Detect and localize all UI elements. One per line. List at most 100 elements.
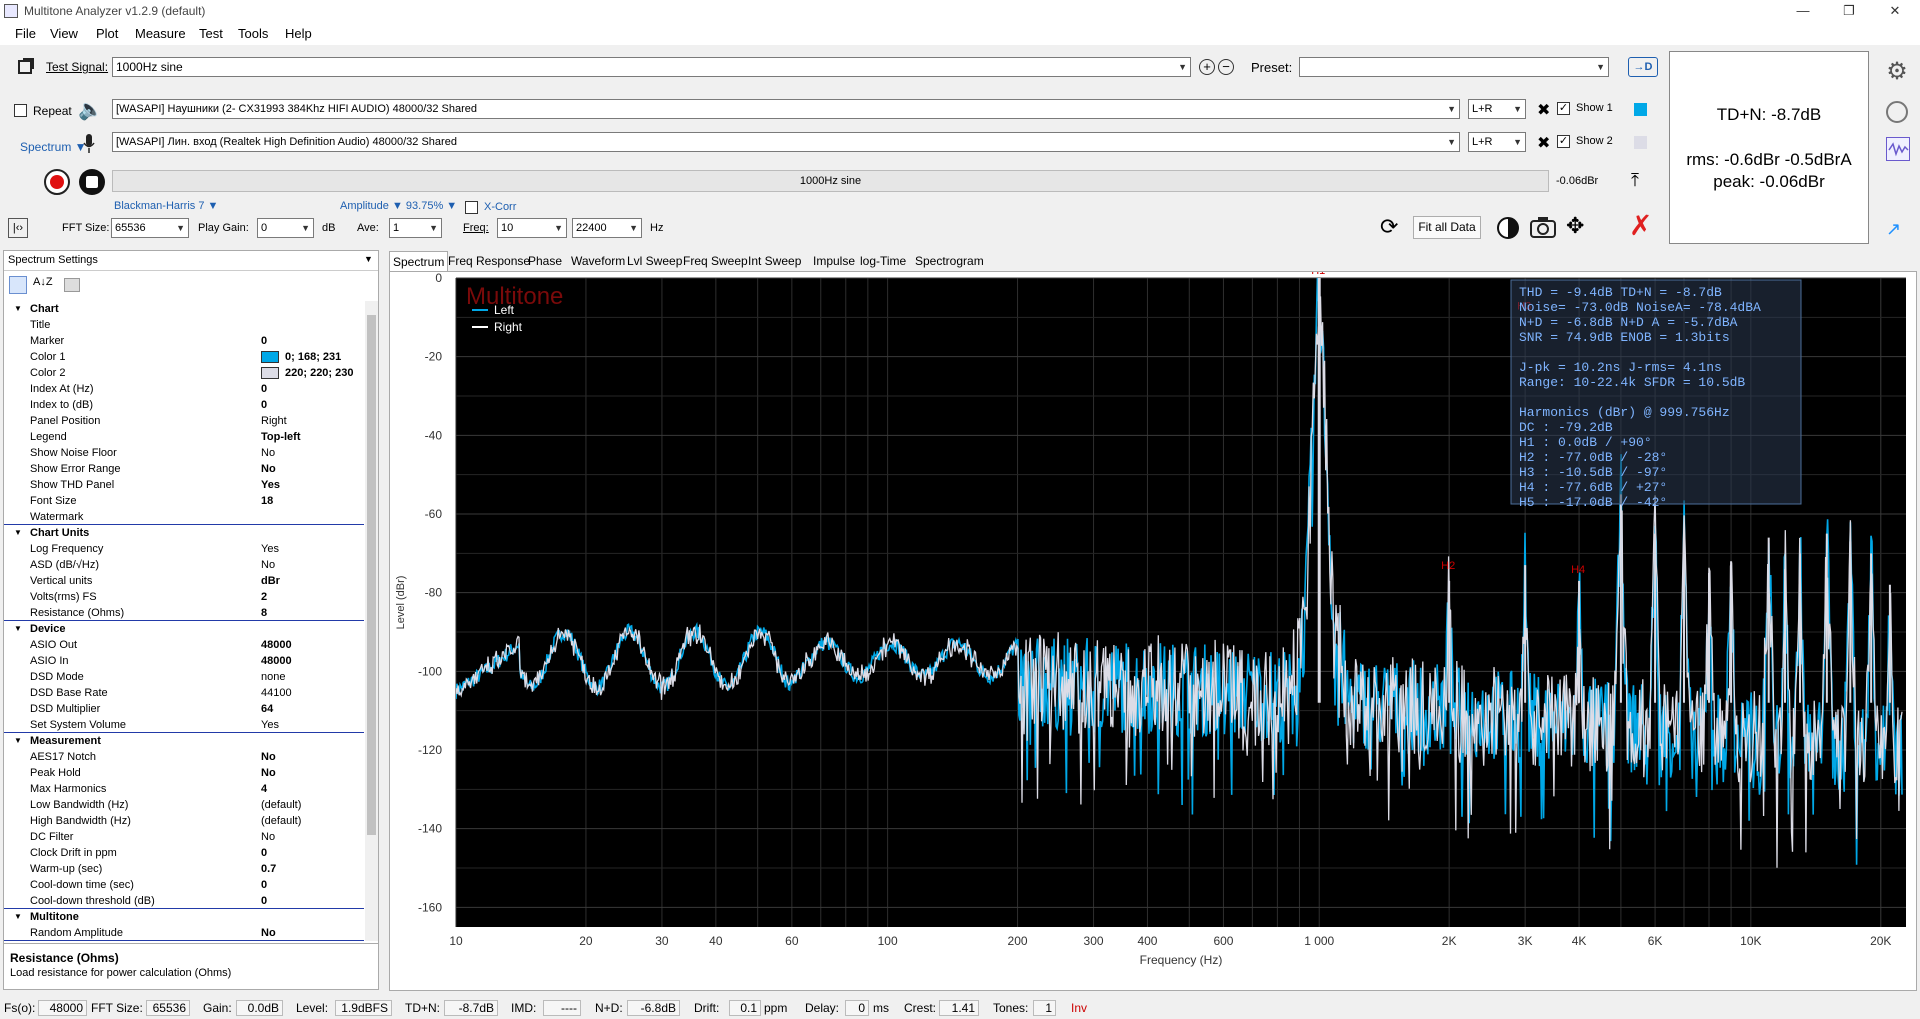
menu-file[interactable]: File <box>15 26 36 41</box>
property-value[interactable]: 44100 <box>261 685 363 701</box>
collapse-icon[interactable]: ▼ <box>14 909 22 925</box>
input-device-select[interactable]: [WASAPI] Лин. вход (Realtek High Definit… <box>112 132 1460 152</box>
tab-lvl-sweep[interactable]: Lvl Sweep <box>624 251 685 272</box>
tab-phase[interactable]: Phase <box>525 251 565 272</box>
property-row[interactable]: DSD Multiplier 64 <box>4 701 364 717</box>
property-row[interactable]: Cool-down threshold (dB) 0 <box>4 893 364 909</box>
tools-icon[interactable]: ✖ <box>1537 133 1550 153</box>
property-value[interactable]: 0; 168; 231 <box>285 349 363 365</box>
collapse-icon[interactable]: ▼ <box>14 621 22 637</box>
output-channel-select[interactable]: L+R ▼ <box>1468 99 1526 119</box>
preset-select[interactable]: ▼ <box>1299 57 1609 77</box>
tab-freq-response[interactable]: Freq Response <box>445 251 533 272</box>
minimize-icon[interactable]: — <box>1780 0 1826 23</box>
property-value[interactable]: No <box>261 829 363 845</box>
property-value[interactable]: No <box>261 749 363 765</box>
tab-spectrogram[interactable]: Spectrogram <box>912 251 987 272</box>
property-grid[interactable]: ▼ Chart Title Marker 0 Color 1 0; 168; 231 Colo… <box>4 301 364 941</box>
contrast-icon[interactable] <box>1497 217 1519 239</box>
property-value[interactable]: Top-left <box>261 429 363 445</box>
spectrum-mode-dropdown[interactable]: Spectrum ▼ <box>20 140 87 154</box>
tools-icon[interactable]: ✖ <box>1537 100 1550 120</box>
remove-signal-icon[interactable]: − <box>1218 59 1234 75</box>
repeat-checkbox[interactable] <box>14 104 27 117</box>
tab-impulse[interactable]: Impulse <box>810 251 858 272</box>
clear-icon[interactable]: ✗ <box>1629 212 1652 240</box>
property-value[interactable]: 0 <box>261 333 363 349</box>
sort-alpha-icon[interactable]: A↓Z <box>33 276 53 288</box>
stop-button[interactable] <box>79 169 105 195</box>
freq-from-select[interactable]: 10 ▼ <box>497 218 567 238</box>
property-row[interactable]: Resistance (Ohms) 8 <box>4 605 364 621</box>
menu-view[interactable]: View <box>50 26 78 41</box>
property-value[interactable]: Yes <box>261 717 363 733</box>
property-value[interactable]: 64 <box>261 701 363 717</box>
property-value[interactable]: none <box>261 669 363 685</box>
property-row[interactable]: Show THD Panel Yes <box>4 477 364 493</box>
property-row[interactable]: ASIO Out 48000 <box>4 637 364 653</box>
property-row[interactable]: Random Amplitude No <box>4 925 364 941</box>
property-row[interactable]: Peak Hold No <box>4 765 364 781</box>
property-row[interactable]: DSD Base Rate 44100 <box>4 685 364 701</box>
property-row[interactable]: Show Noise Floor No <box>4 445 364 461</box>
popout-icon[interactable]: ↗ <box>1886 220 1908 238</box>
property-value[interactable]: 48000 <box>261 653 363 669</box>
settings-header[interactable]: Spectrum Settings ▼ <box>4 251 378 271</box>
signal-editor-icon[interactable] <box>18 58 34 74</box>
tab-spectrum[interactable]: Spectrum <box>389 251 449 272</box>
menu-plot[interactable]: Plot <box>96 26 118 41</box>
property-value[interactable]: 0 <box>261 877 363 893</box>
property-value[interactable]: Right <box>261 413 363 429</box>
property-value[interactable]: No <box>261 557 363 573</box>
test-signal-select[interactable]: 1000Hz sine ▼ <box>112 57 1191 77</box>
panel-toggle-icon[interactable]: |‹› <box>8 218 28 238</box>
tab-freq-sweep[interactable]: Freq Sweep <box>680 251 751 272</box>
property-row[interactable]: Color 2 220; 220; 230 <box>4 365 364 381</box>
property-row[interactable]: Legend Top-left <box>4 429 364 445</box>
property-value[interactable]: (default) <box>261 797 363 813</box>
history-icon[interactable] <box>1886 101 1908 123</box>
menu-tools[interactable]: Tools <box>238 26 268 41</box>
tab-int-sweep[interactable]: Int Sweep <box>745 251 804 272</box>
move-icon[interactable]: ✥ <box>1566 215 1584 237</box>
property-row[interactable]: Cool-down time (sec) 0 <box>4 877 364 893</box>
property-row[interactable]: Panel Position Right <box>4 413 364 429</box>
property-value[interactable]: 0 <box>261 397 363 413</box>
property-scrollbar[interactable] <box>365 301 378 941</box>
speaker-icon[interactable]: 🔈 <box>78 100 103 120</box>
camera-icon[interactable] <box>1530 216 1556 238</box>
collapse-icon[interactable]: ▼ <box>14 525 22 541</box>
close-window-icon[interactable]: ✕ <box>1872 0 1918 23</box>
category-device[interactable]: ▼ Device <box>4 621 364 637</box>
category-multitone[interactable]: ▼ Multitone <box>4 909 364 925</box>
property-value[interactable]: 0 <box>261 845 363 861</box>
property-row[interactable]: Volts(rms) FS 2 <box>4 589 364 605</box>
refresh-icon[interactable]: ⟳ <box>1380 216 1398 238</box>
property-row[interactable]: DSD Mode none <box>4 669 364 685</box>
property-row[interactable]: Index to (dB) 0 <box>4 397 364 413</box>
category-chart[interactable]: ▼ Chart <box>4 301 364 317</box>
property-value[interactable]: No <box>261 445 363 461</box>
property-value[interactable]: 18 <box>261 493 363 509</box>
property-value[interactable]: No <box>261 765 363 781</box>
property-row[interactable]: AES17 Notch No <box>4 749 364 765</box>
property-row[interactable]: Max Harmonics 4 <box>4 781 364 797</box>
property-row[interactable]: Vertical units dBr <box>4 573 364 589</box>
align-top-icon[interactable]: ⤒ <box>1631 171 1639 189</box>
microphone-icon[interactable] <box>82 133 96 155</box>
property-value[interactable]: No <box>261 925 363 941</box>
restore-icon[interactable]: ❐ <box>1826 0 1872 23</box>
fit-all-data-button[interactable]: Fit all Data <box>1413 216 1481 239</box>
property-value[interactable]: 48000 <box>261 637 363 653</box>
color1-swatch[interactable] <box>1634 103 1647 116</box>
property-row[interactable]: Title <box>4 317 364 333</box>
add-signal-icon[interactable]: + <box>1199 59 1215 75</box>
property-row[interactable]: High Bandwidth (Hz) (default) <box>4 813 364 829</box>
freq-to-select[interactable]: 22400 ▼ <box>572 218 642 238</box>
amplitude-dropdown[interactable]: Amplitude ▼ 93.75% ▼ <box>340 200 457 212</box>
play-gain-select[interactable]: 0 ▼ <box>257 218 314 238</box>
categorized-icon[interactable] <box>9 276 27 294</box>
output-device-select[interactable]: [WASAPI] Наушники (2- CX31993 384Khz HIF… <box>112 99 1460 119</box>
collapse-icon[interactable]: ▼ <box>14 301 22 317</box>
menu-test[interactable]: Test <box>199 26 223 41</box>
